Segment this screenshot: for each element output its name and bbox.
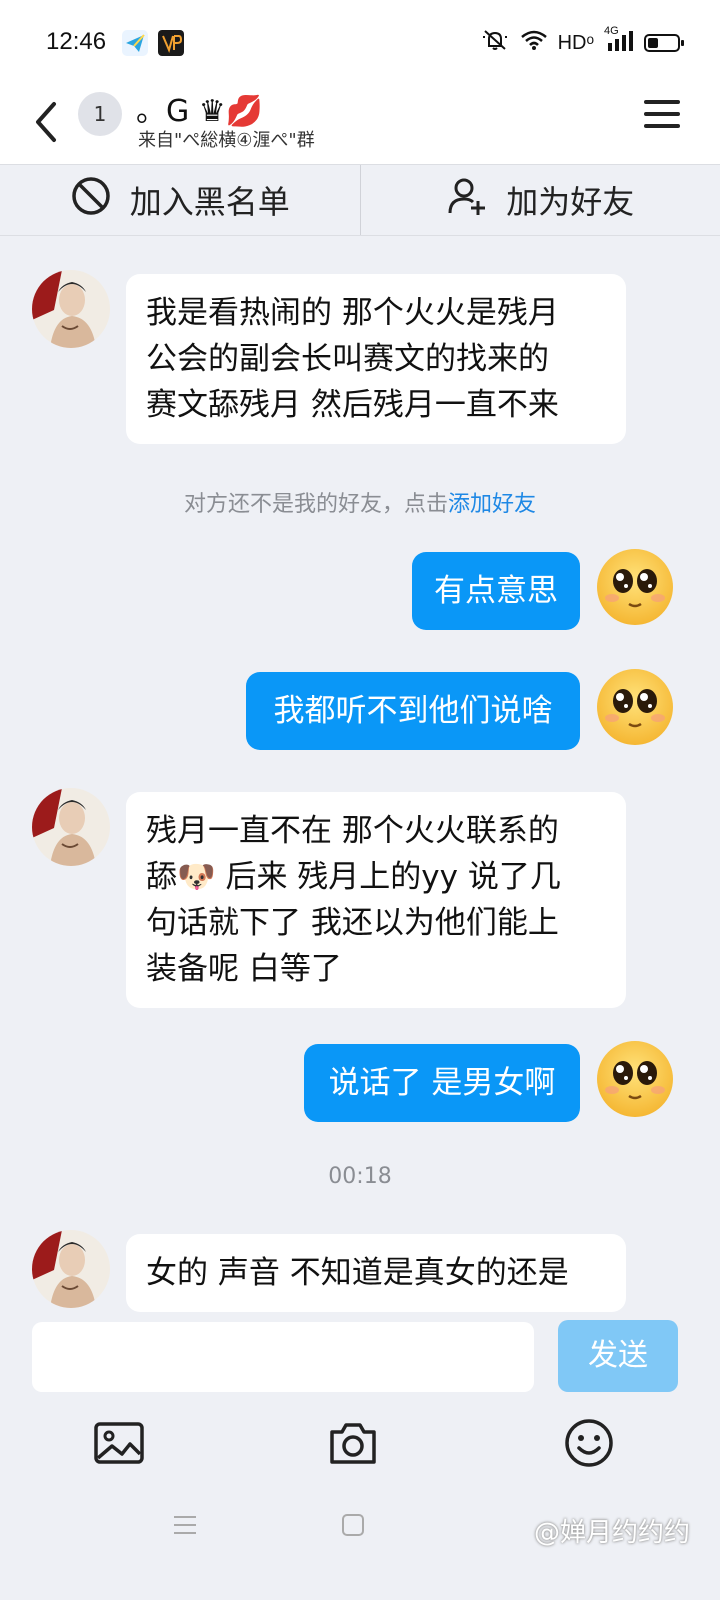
home-icon[interactable] [340, 1512, 366, 1542]
message-line: 我是看热闹的 那个火火是残月 [146, 295, 559, 331]
message-line: 公会的副会长叫赛文的找来的 [146, 341, 549, 377]
sender-avatar[interactable] [32, 270, 110, 348]
add-friend-button[interactable]: 加为好友 [359, 165, 720, 235]
back-button[interactable] [30, 92, 70, 148]
chat-screen: 12:46 HDᵒ 4G 1 。G ♛💋 来自"ぺ総横④湹ぺ"群 加入黑名单 加… [0, 0, 720, 1600]
message-line: 句话就下了 我还以为他们能上 [146, 905, 559, 941]
recent-apps-icon[interactable] [172, 1512, 198, 1542]
message-line: 女的 声音 不知道是真女的还是 [146, 1255, 569, 1291]
block-icon [70, 175, 112, 225]
message-line: 舔🐶 后来 残月上的yy 说了几 [146, 859, 561, 895]
sender-avatar[interactable] [32, 788, 110, 866]
attachment-toolbar [0, 1404, 720, 1490]
app-notification-icon [158, 30, 184, 56]
mute-bell-icon [480, 28, 510, 58]
chat-header: 1 。G ♛💋 来自"ぺ総横④湹ぺ"群 [0, 80, 720, 164]
notice-text: 对方还不是我的好友，点击 [183, 492, 448, 517]
watermark: @婵月约约约 [533, 1518, 690, 1548]
status-right-group: HDᵒ 4G [480, 25, 684, 58]
image-icon[interactable] [92, 1416, 146, 1470]
cellular-signal-icon: 4G [604, 25, 634, 57]
battery-icon [644, 34, 684, 52]
my-avatar[interactable] [596, 1040, 674, 1118]
add-to-blacklist-button[interactable]: 加入黑名单 [0, 165, 360, 235]
menu-icon[interactable] [644, 98, 680, 128]
input-bar: 发送 [0, 1318, 720, 1404]
unread-count-badge[interactable]: 1 [78, 92, 122, 136]
outgoing-message-bubble[interactable]: 说话了 是男女啊 [304, 1044, 580, 1122]
chat-source-subtitle: 来自"ぺ総横④湹ぺ"群 [138, 130, 315, 151]
wifi-icon [520, 29, 548, 57]
status-time: 12:46 [46, 28, 107, 55]
add-friend-label: 加为好友 [506, 183, 635, 221]
message-line: 赛文舔残月 然后残月一直不来 [146, 387, 559, 423]
my-avatar[interactable] [596, 668, 674, 746]
incoming-message-bubble[interactable]: 残月一直不在 那个火火联系的 舔🐶 后来 残月上的yy 说了几 句话就下了 我还… [126, 792, 626, 1008]
signal-type-label: 4G [604, 25, 619, 37]
outgoing-message-bubble[interactable]: 我都听不到他们说啥 [246, 672, 580, 750]
telegram-icon [122, 30, 148, 56]
stranger-action-bar: 加入黑名单 加为好友 [0, 164, 720, 236]
message-line: 装备呢 白等了 [146, 951, 342, 987]
add-friend-link[interactable]: 添加好友 [448, 492, 536, 517]
add-person-icon [446, 175, 488, 225]
send-button[interactable]: 发送 [558, 1320, 678, 1392]
message-line: 残月一直不在 那个火火联系的 [146, 813, 559, 849]
message-timestamp: 00:18 [328, 1164, 392, 1189]
message-input[interactable] [32, 1322, 534, 1392]
chat-title: 。G ♛💋 [136, 94, 264, 129]
status-bar: 12:46 HDᵒ 4G [0, 0, 720, 80]
camera-icon[interactable] [326, 1416, 380, 1470]
hd-label: HDᵒ [557, 31, 594, 54]
my-avatar[interactable] [596, 548, 674, 626]
sender-avatar[interactable] [32, 1230, 110, 1308]
incoming-message-bubble[interactable]: 女的 声音 不知道是真女的还是 [126, 1234, 626, 1312]
outgoing-message-bubble[interactable]: 有点意思 [412, 552, 580, 630]
message-list[interactable]: 我是看热闹的 那个火火是残月 公会的副会长叫赛文的找来的 赛文舔残月 然后残月一… [0, 236, 720, 1332]
system-nav-bar: @婵月约约约 [0, 1490, 720, 1600]
not-friend-notice: 对方还不是我的好友，点击添加好友 [0, 486, 720, 518]
incoming-message-bubble[interactable]: 我是看热闹的 那个火火是残月 公会的副会长叫赛文的找来的 赛文舔残月 然后残月一… [126, 274, 626, 444]
blacklist-label: 加入黑名单 [129, 183, 290, 221]
emoji-icon[interactable] [562, 1416, 616, 1470]
